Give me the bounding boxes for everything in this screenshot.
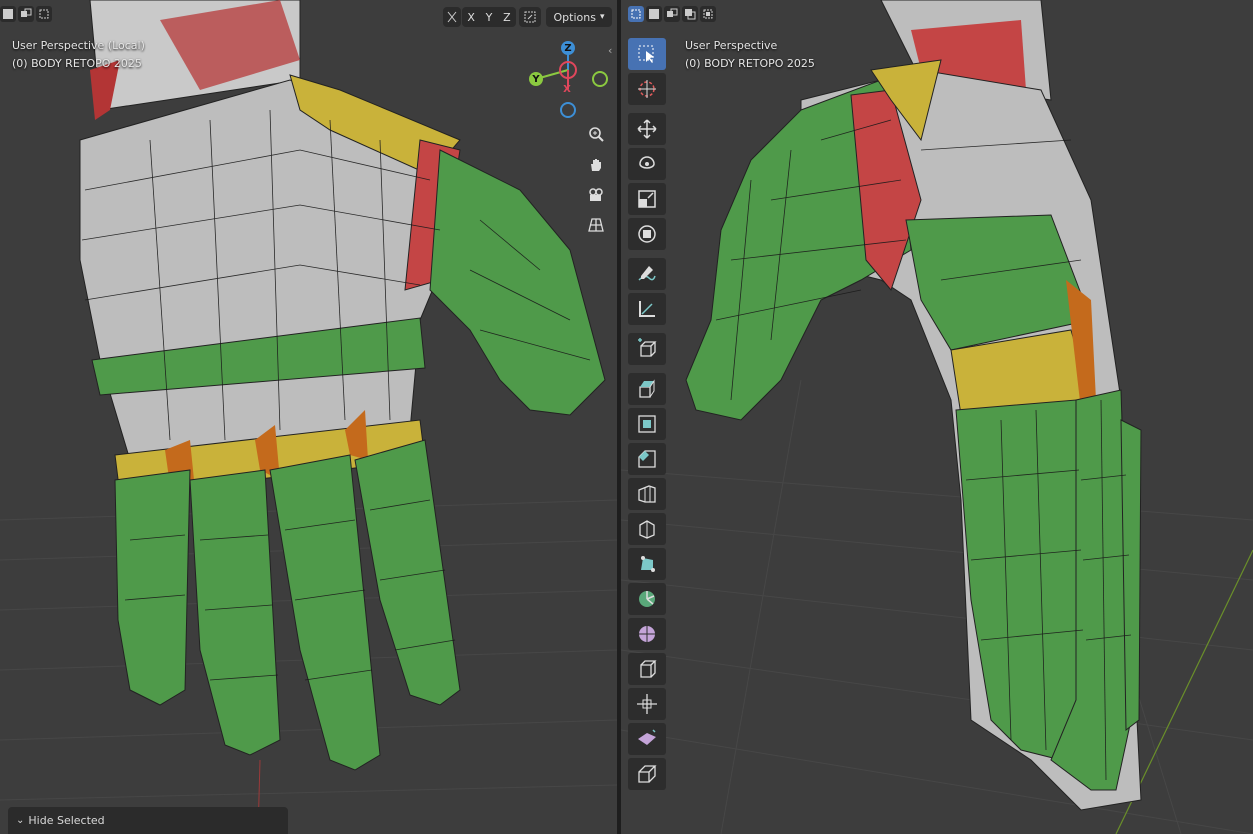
poly-build-tool-icon[interactable] xyxy=(628,548,666,580)
right-mesh-scene[interactable] xyxy=(621,0,1253,834)
loop-cut-tool-icon[interactable] xyxy=(628,478,666,510)
redo-panel-label: Hide Selected xyxy=(28,814,105,827)
axis-x-toggle[interactable]: X xyxy=(467,11,475,24)
axis-z-toggle[interactable]: Z xyxy=(503,11,511,24)
gizmo-x-axis[interactable]: X xyxy=(561,83,573,95)
select-mode-new-icon[interactable] xyxy=(0,6,16,22)
collapse-sidebar-icon[interactable]: ‹ xyxy=(608,44,612,57)
inset-tool-icon[interactable] xyxy=(628,408,666,440)
bevel-tool-icon[interactable] xyxy=(628,443,666,475)
scale-tool-icon[interactable] xyxy=(628,183,666,215)
select-box-tool-icon[interactable] xyxy=(628,38,666,70)
redo-last-panel[interactable]: ⌄ Hide Selected xyxy=(8,807,288,834)
transform-tool-icon[interactable] xyxy=(628,218,666,250)
view-name-right: User Perspective xyxy=(685,39,778,52)
hand-mesh-side xyxy=(685,0,1142,811)
hand-pan-icon[interactable] xyxy=(583,152,609,178)
chevron-down-icon: ▾ xyxy=(599,12,605,22)
select-mode-extend-icon[interactable] xyxy=(18,6,34,22)
mirror-icon[interactable] xyxy=(443,7,461,27)
snap-icon[interactable] xyxy=(519,7,541,27)
select-mode-invert-icon[interactable] xyxy=(682,6,698,22)
zoom-icon[interactable] xyxy=(583,121,609,147)
gizmo-z-axis[interactable]: Z xyxy=(561,41,575,55)
shear-tool-icon[interactable] xyxy=(628,723,666,755)
annotate-tool-icon[interactable] xyxy=(628,258,666,290)
cursor-tool-icon[interactable] xyxy=(628,73,666,105)
measure-tool-icon[interactable] xyxy=(628,293,666,325)
floor-grid-right xyxy=(621,379,1253,834)
object-name-left: (0) BODY RETOPO 2025 xyxy=(12,57,142,70)
select-mode-subtract-icon[interactable] xyxy=(664,6,680,22)
select-mode-extend-icon[interactable] xyxy=(646,6,662,22)
axis-toggle-group: X Y Z xyxy=(462,7,516,27)
shrink-fatten-tool-icon[interactable] xyxy=(628,688,666,720)
rip-tool-icon[interactable] xyxy=(628,758,666,790)
rotate-tool-icon[interactable] xyxy=(628,148,666,180)
chevron-down-icon: ⌄ xyxy=(16,815,25,826)
move-tool-icon[interactable] xyxy=(628,113,666,145)
select-mode-subtract-icon[interactable] xyxy=(36,6,52,22)
object-name-right: (0) BODY RETOPO 2025 xyxy=(685,57,815,70)
spin-tool-icon[interactable] xyxy=(628,583,666,615)
add-cube-tool-icon[interactable] xyxy=(628,333,666,365)
camera-icon[interactable] xyxy=(583,182,609,208)
gizmo-y-axis[interactable]: Y xyxy=(529,72,543,86)
options-dropdown[interactable]: Options ▾ xyxy=(546,7,612,27)
select-mode-strip-right xyxy=(628,6,716,22)
knife-tool-icon[interactable] xyxy=(628,513,666,545)
options-label: Options xyxy=(553,10,596,24)
select-mode-intersect-icon[interactable] xyxy=(700,6,716,22)
right-viewport[interactable]: User Perspective (0) BODY RETOPO 2025 xyxy=(621,0,1253,834)
select-mode-strip-left xyxy=(0,6,52,22)
smooth-tool-icon[interactable] xyxy=(628,618,666,650)
axis-y-toggle[interactable]: Y xyxy=(486,11,493,24)
grid-perspective-icon[interactable] xyxy=(583,212,609,238)
view-name-left: User Perspective (Local) xyxy=(12,39,145,52)
left-mesh-scene[interactable] xyxy=(0,0,617,834)
select-mode-new-icon[interactable] xyxy=(628,6,644,22)
left-viewport[interactable]: X Y Z Options ▾ User Perspective (Local)… xyxy=(0,0,617,834)
extrude-tool-icon[interactable] xyxy=(628,373,666,405)
edge-slide-tool-icon[interactable] xyxy=(628,653,666,685)
